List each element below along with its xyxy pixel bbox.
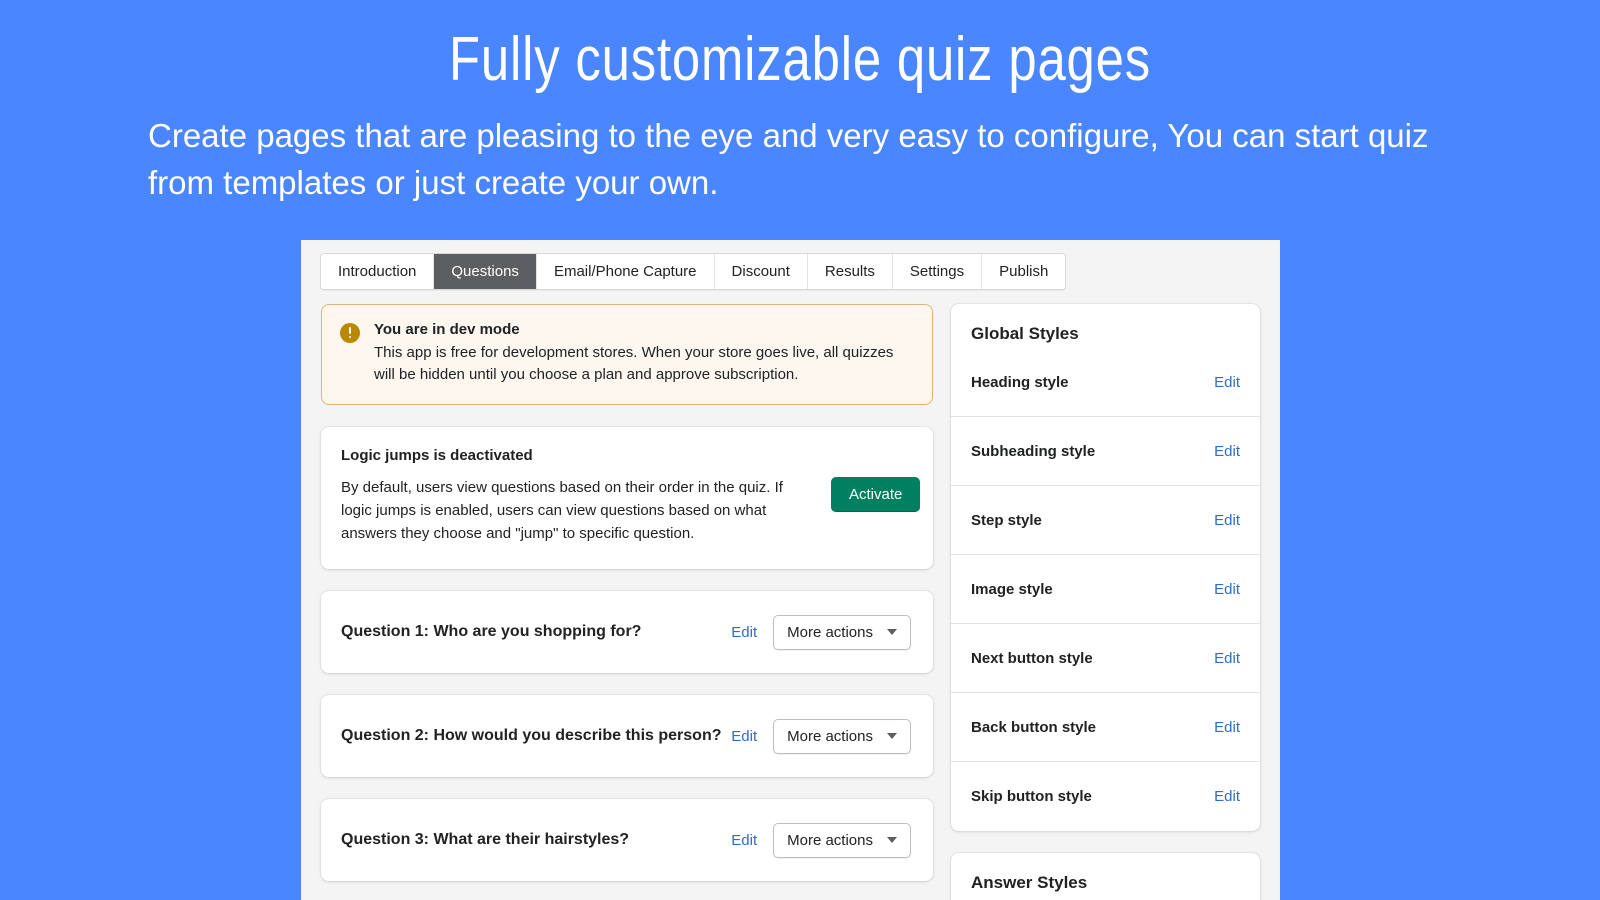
row-label: Next button style	[971, 649, 1093, 667]
tab-results[interactable]: Results	[807, 254, 893, 289]
more-actions-button[interactable]: More actions	[773, 718, 911, 754]
tab-bar: Introduction Questions Email/Phone Captu…	[320, 253, 1067, 290]
activate-button[interactable]: Activate	[831, 477, 921, 512]
sidebar-row-skip-button-style: Skip button style Edit	[951, 762, 1260, 831]
row-label: Skip button style	[971, 788, 1092, 805]
page-subtitle: Create pages that are pleasing to the ey…	[148, 117, 1429, 201]
edit-link[interactable]: Edit	[731, 832, 757, 849]
tab-introduction[interactable]: Introduction	[321, 254, 435, 289]
edit-link[interactable]: Edit	[1214, 374, 1240, 391]
row-label: Image style	[971, 580, 1053, 598]
logic-jumps-title: Logic jumps is deactivated	[341, 447, 533, 464]
question-title: Question 1: Who are you shopping for?	[341, 623, 642, 640]
question-row-1[interactable]: Question 1: Who are you shopping for? Ed…	[321, 591, 933, 673]
dev-mode-banner: You are in dev mode This app is free for…	[321, 304, 933, 405]
app-screenshot-window: Introduction Questions Email/Phone Captu…	[301, 240, 1280, 900]
more-actions-label: More actions	[787, 831, 873, 849]
sidebar-row-subheading-style: Subheading style Edit	[951, 417, 1260, 486]
tab-questions[interactable]: Questions	[434, 254, 537, 289]
logic-jumps-description: By default, users view questions based o…	[341, 479, 783, 542]
row-label: Back button style	[971, 718, 1097, 736]
edit-link[interactable]: Edit	[1214, 788, 1240, 805]
question-row-2[interactable]: Question 2: How would you describe this …	[321, 695, 933, 777]
edit-link[interactable]: Edit	[1214, 650, 1240, 667]
hero-section: Fully customizable quiz pages Create pag…	[0, 0, 1600, 206]
sidebar-row-image-style: Image style Edit	[951, 555, 1260, 624]
row-label: Heading style	[971, 373, 1069, 391]
sidebar-row-next-button-style: Next button style Edit	[951, 624, 1260, 693]
logic-jumps-card: Logic jumps is deactivated By default, u…	[321, 427, 933, 569]
global-styles-heading: Global Styles	[971, 324, 1079, 343]
answer-styles-card: Answer Styles	[951, 853, 1260, 900]
alert-circle-icon	[340, 323, 360, 343]
more-actions-label: More actions	[787, 623, 873, 641]
question-title: Question 2: How would you describe this …	[341, 727, 722, 744]
more-actions-button[interactable]: More actions	[773, 614, 911, 650]
edit-link[interactable]: Edit	[1214, 512, 1240, 529]
tab-publish[interactable]: Publish	[982, 254, 1066, 289]
chevron-down-icon	[887, 733, 897, 739]
page-title: Fully customizable quiz pages	[449, 25, 1151, 94]
chevron-down-icon	[887, 837, 897, 843]
banner-text: This app is free for development stores.…	[374, 344, 894, 383]
row-label: Step style	[971, 511, 1042, 529]
answer-styles-heading: Answer Styles	[971, 873, 1088, 892]
main-column: You are in dev mode This app is free for…	[321, 304, 933, 900]
edit-link[interactable]: Edit	[1214, 581, 1240, 598]
more-actions-button[interactable]: More actions	[773, 822, 911, 858]
row-label: Subheading style	[971, 442, 1096, 460]
global-styles-card: Global Styles Heading style Edit Subhead…	[951, 304, 1260, 831]
chevron-down-icon	[887, 629, 897, 635]
tab-discount[interactable]: Discount	[714, 254, 808, 289]
edit-link[interactable]: Edit	[1214, 719, 1240, 736]
more-actions-label: More actions	[787, 727, 873, 745]
question-row-3[interactable]: Question 3: What are their hairstyles? E…	[321, 799, 933, 881]
edit-link[interactable]: Edit	[1214, 443, 1240, 460]
sidebar-row-step-style: Step style Edit	[951, 486, 1260, 555]
banner-title: You are in dev mode	[374, 321, 520, 338]
app-content: You are in dev mode This app is free for…	[301, 290, 1280, 900]
sidebar-row-back-button-style: Back button style Edit	[951, 693, 1260, 762]
tab-settings[interactable]: Settings	[892, 254, 983, 289]
question-title: Question 3: What are their hairstyles?	[341, 831, 630, 848]
sidebar-row-heading-style: Heading style Edit	[951, 348, 1260, 417]
tab-email-phone-capture[interactable]: Email/Phone Capture	[536, 254, 715, 289]
edit-link[interactable]: Edit	[731, 624, 757, 641]
sidebar-column: Global Styles Heading style Edit Subhead…	[951, 304, 1260, 900]
edit-link[interactable]: Edit	[731, 728, 757, 745]
